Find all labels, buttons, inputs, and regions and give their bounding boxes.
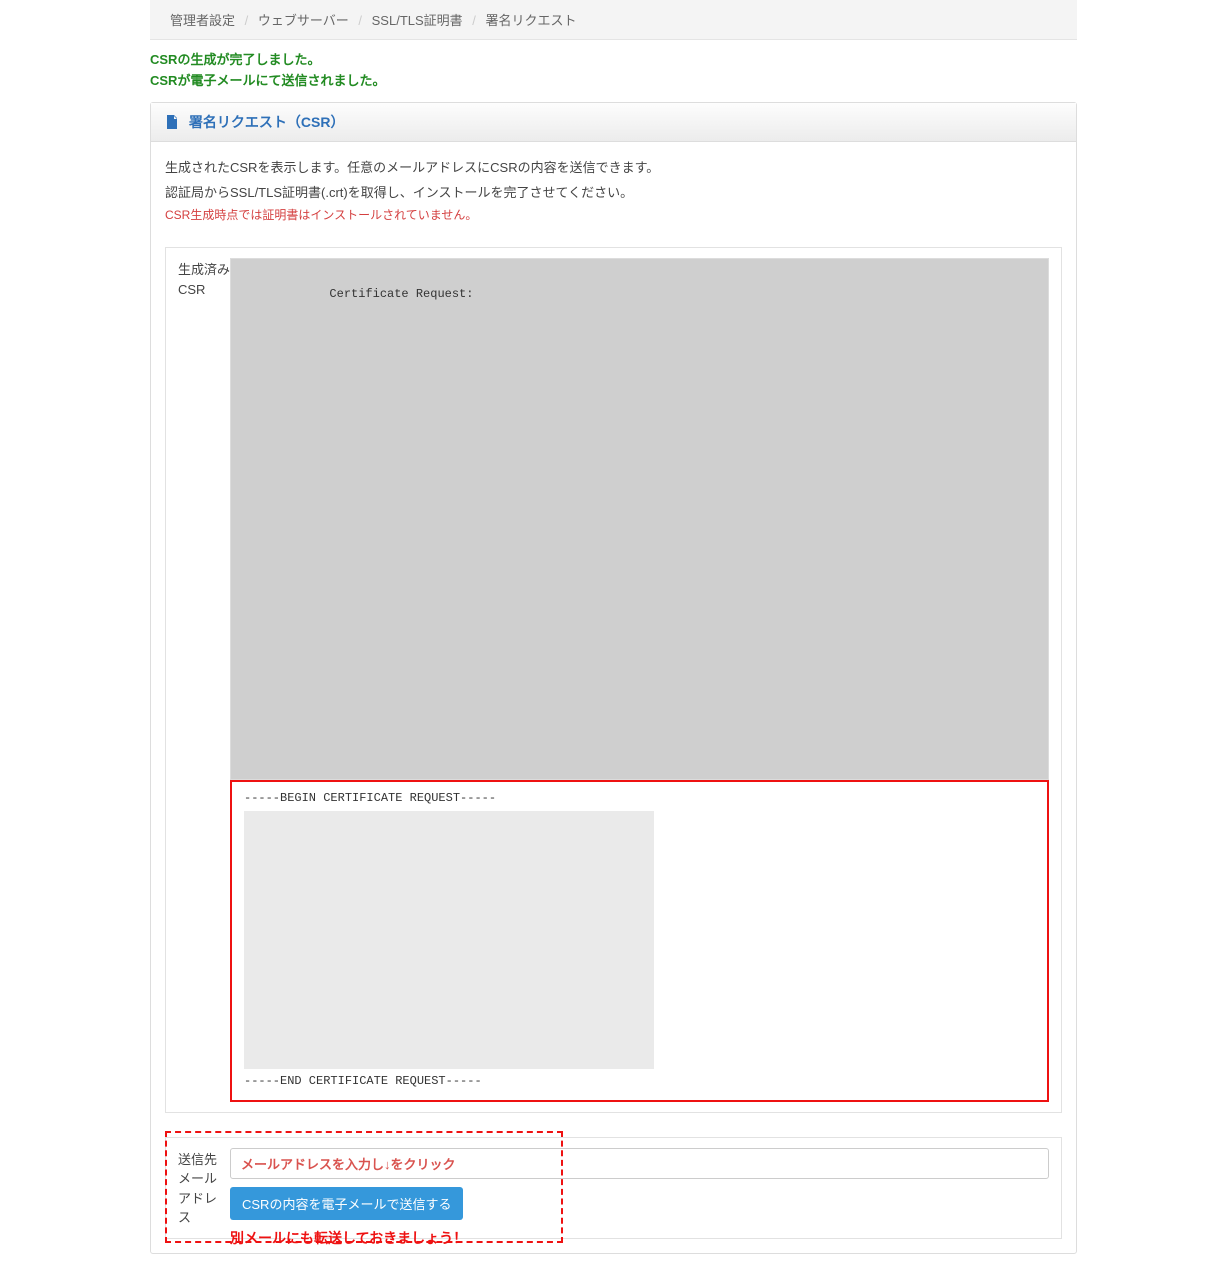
panel-warning: CSR生成時点では証明書はインストールされていません。: [165, 206, 1062, 223]
csr-redacted-block: [243, 320, 1036, 746]
csr-end-line: -----END CERTIFICATE REQUEST-----: [244, 1073, 1035, 1090]
alert-line: CSRが電子メールにて送信されました。: [150, 71, 1077, 92]
csr-output-top[interactable]: Certificate Request:: [230, 258, 1049, 780]
alert-line: CSRの生成が完了しました。: [150, 50, 1077, 71]
csr-pem-highlight: -----BEGIN CERTIFICATE REQUEST----- ----…: [230, 780, 1049, 1102]
breadcrumb-sep: /: [472, 13, 476, 28]
panel-heading: 署名リクエスト（CSR）: [151, 103, 1076, 142]
csr-panel: 署名リクエスト（CSR） 生成されたCSRを表示します。任意のメールアドレスにC…: [150, 102, 1077, 1254]
panel-title: 署名リクエスト（CSR）: [189, 114, 345, 130]
breadcrumb-current: 署名リクエスト: [486, 13, 577, 28]
breadcrumb-item[interactable]: SSL/TLS証明書: [372, 13, 463, 28]
success-alert: CSRの生成が完了しました。 CSRが電子メールにて送信されました。: [150, 40, 1077, 92]
csr-header-line: Certificate Request:: [329, 287, 473, 301]
breadcrumb-item[interactable]: ウェブサーバー: [258, 13, 349, 28]
email-input[interactable]: [230, 1148, 1049, 1179]
email-send-row: 送信先 メール アドレ ス CSRの内容を電子メールで送信する 別メールにも転送…: [165, 1137, 1062, 1239]
breadcrumb-sep: /: [358, 13, 362, 28]
breadcrumb: 管理者設定 / ウェブサーバー / SSL/TLS証明書 / 署名リクエスト: [150, 0, 1077, 40]
csr-display-row: 生成済み CSR Certificate Request: -----BEGIN…: [165, 247, 1062, 1113]
panel-desc: 生成されたCSRを表示します。任意のメールアドレスにCSRの内容を送信できます。: [165, 156, 1062, 179]
csr-begin-line: -----BEGIN CERTIFICATE REQUEST-----: [244, 790, 1035, 807]
csr-label: 生成済み CSR: [178, 258, 230, 1102]
email-label: 送信先 メール アドレ ス: [178, 1148, 230, 1228]
send-csr-button[interactable]: CSRの内容を電子メールで送信する: [230, 1187, 463, 1220]
breadcrumb-sep: /: [245, 13, 249, 28]
csr-redacted-body: [244, 811, 654, 1069]
panel-desc: 認証局からSSL/TLS証明書(.crt)を取得し、インストールを完了させてくだ…: [165, 181, 1062, 204]
breadcrumb-item[interactable]: 管理者設定: [170, 13, 235, 28]
annotation-text: 別メールにも転送しておきましょう！: [230, 1228, 467, 1248]
document-icon: [165, 115, 179, 132]
